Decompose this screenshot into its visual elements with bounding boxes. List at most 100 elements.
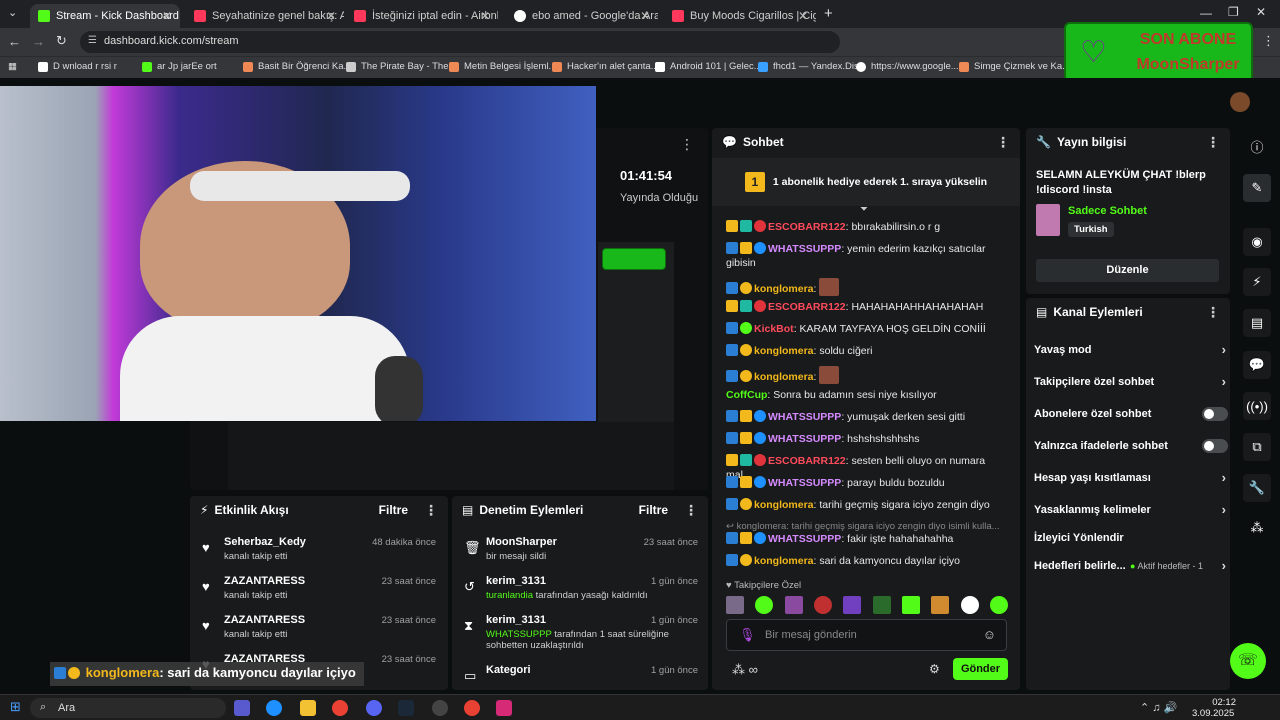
- emote-icon[interactable]: [755, 596, 774, 614]
- emotes-only-toggle[interactable]: [1202, 439, 1228, 453]
- maximize-icon[interactable]: ❐: [1228, 5, 1239, 19]
- apps-icon[interactable]: ▦: [8, 61, 17, 72]
- emote-icon[interactable]: [726, 596, 744, 614]
- preview-menu-icon[interactable]: ⋮: [680, 136, 694, 153]
- tab-search-icon[interactable]: ⌄: [8, 6, 17, 19]
- tab-airbnb-1[interactable]: Seyahatinize genel bakış: Airbnb ✕: [186, 4, 344, 28]
- chrome-active-icon[interactable]: [464, 700, 480, 716]
- wrench-icon[interactable]: 🔧: [1243, 474, 1271, 502]
- bookmark-item[interactable]: Hacker'ın alet çanta...: [552, 61, 659, 72]
- action-host-viewer[interactable]: İzleyici Yönlendir: [1034, 532, 1222, 544]
- chat-caption-overlay: konglomera: sari da kamyoncu dayılar içi…: [50, 662, 364, 686]
- bookmark-item[interactable]: fhcd1 — Yandex.Disk: [758, 61, 863, 72]
- pencil-icon[interactable]: ✎: [1243, 174, 1271, 202]
- tab-cigarwo[interactable]: Buy Moods Cigarillos | Cigarwo ✕: [664, 4, 816, 28]
- emote-icon[interactable]: [784, 596, 803, 614]
- close-icon[interactable]: ✕: [162, 9, 172, 23]
- windows-start-icon[interactable]: ⊞: [10, 699, 21, 715]
- tab-google[interactable]: ebo amed - Google'da Ara ✕: [506, 4, 658, 28]
- chat-tools-icon[interactable]: ⁂ ∞: [732, 662, 758, 678]
- clock-date[interactable]: 3.09.2025: [1192, 708, 1234, 719]
- close-icon[interactable]: ✕: [480, 9, 490, 23]
- layout-icon[interactable]: ⧉: [1243, 433, 1271, 461]
- channel-actions-header: ▤ Kanal Eylemleri ⋮: [1036, 303, 1220, 321]
- emote-icon[interactable]: [960, 596, 979, 614]
- bookmark-item[interactable]: Metin Belgesi İşleml...: [449, 61, 556, 72]
- copilot-icon[interactable]: [234, 700, 250, 716]
- edit-button[interactable]: Düzenle: [1036, 259, 1219, 282]
- minimize-icon[interactable]: —: [1200, 6, 1212, 20]
- site-info-icon[interactable]: ☰: [88, 35, 97, 46]
- stream-info-menu-icon[interactable]: ⋮: [1206, 134, 1220, 151]
- settings-icon[interactable]: ⚙: [929, 662, 940, 676]
- moderation-menu-icon[interactable]: ⋮: [684, 502, 698, 519]
- channel-actions-menu-icon[interactable]: ⋮: [1206, 304, 1220, 321]
- emote-icon[interactable]: [931, 596, 950, 614]
- activity-filter-button[interactable]: Filtre: [379, 503, 408, 517]
- new-tab-button[interactable]: +: [824, 5, 833, 22]
- clock-time[interactable]: 02:12: [1212, 697, 1236, 708]
- chat-menu-icon[interactable]: ⋮: [996, 134, 1010, 151]
- broadcast-icon[interactable]: ((•)): [1243, 392, 1271, 420]
- action-set-goals[interactable]: Hedefleri belirle... ● Aktif hedefler - …: [1034, 558, 1226, 573]
- subscribers-only-toggle[interactable]: [1202, 407, 1228, 421]
- emote-icon[interactable]: [872, 596, 891, 614]
- forward-icon[interactable]: →: [32, 34, 45, 49]
- instagram-icon[interactable]: [496, 700, 512, 716]
- reload-icon[interactable]: ↻: [56, 33, 67, 49]
- bookmark-item[interactable]: D wnload r rsi r: [38, 61, 117, 72]
- action-emotes-only[interactable]: Yalnızca ifadelerle sohbet: [1034, 439, 1228, 453]
- emote-icon[interactable]: [813, 596, 832, 614]
- bookmark-item[interactable]: ar Jp jarEe ort: [142, 61, 217, 72]
- info-icon[interactable]: ⓘ: [1243, 132, 1271, 160]
- support-icon[interactable]: ☏: [1230, 643, 1266, 679]
- bookmark-item[interactable]: The Pirate Bay - The...: [346, 61, 456, 72]
- category-name[interactable]: Sadece Sohbet: [1068, 205, 1147, 217]
- bookmark-item[interactable]: Basit Bir Öğrenci Ka...: [243, 61, 351, 72]
- file-explorer-icon[interactable]: [300, 700, 316, 716]
- send-button[interactable]: Gönder: [953, 658, 1008, 680]
- streamer-shirt: [120, 316, 410, 421]
- heart-icon: ♡: [1080, 36, 1107, 69]
- notes-icon[interactable]: ▤: [1243, 309, 1271, 337]
- chrome-icon[interactable]: [332, 700, 348, 716]
- action-account-age[interactable]: Hesap yaşı kısıtlaması ›: [1034, 470, 1226, 485]
- tab-airbnb-2[interactable]: İsteğinizi iptal edin - Airbnb ✕: [346, 4, 498, 28]
- address-bar[interactable]: ☰ dashboard.kick.com/stream: [80, 31, 840, 53]
- steam-icon[interactable]: [398, 700, 414, 716]
- system-tray-icon[interactable]: ⌃ ♫ 🔊: [1140, 701, 1177, 714]
- activity-menu-icon[interactable]: ⋮: [424, 502, 438, 519]
- lightning-icon[interactable]: ⚡: [1243, 268, 1271, 296]
- obs-icon[interactable]: [432, 700, 448, 716]
- emote-icon[interactable]: [901, 596, 920, 614]
- emote-icon[interactable]: [989, 596, 1008, 614]
- discord-icon[interactable]: [366, 700, 382, 716]
- chat-bubble-icon[interactable]: 💬: [1243, 351, 1271, 379]
- action-banned-words[interactable]: Yasaklanmış kelimeler ›: [1034, 502, 1226, 517]
- tab-kick-dashboard[interactable]: Stream - Kick Dashboard ✕: [30, 4, 180, 28]
- bookmark-item[interactable]: Android 101 | Gelec...: [655, 61, 762, 72]
- emote-icon[interactable]: [843, 596, 862, 614]
- chat-input[interactable]: 🎙 Bir mesaj gönderin ☺: [726, 619, 1007, 651]
- bookmark-item[interactable]: Simge Çizmek ve Ka...: [959, 61, 1070, 72]
- bookmark-item[interactable]: https://www.google...: [856, 61, 959, 72]
- pinned-toggle-icon[interactable]: ⏷: [860, 204, 868, 215]
- action-subscribers-only[interactable]: Abonelere özel sohbet: [1034, 407, 1228, 421]
- taskbar-search[interactable]: ⌕ Ara: [30, 698, 226, 718]
- emoji-icon[interactable]: ☺: [983, 627, 996, 642]
- action-followers-only[interactable]: Takipçilere özel sohbet ›: [1034, 374, 1226, 389]
- close-icon[interactable]: ✕: [640, 9, 650, 23]
- camera-icon[interactable]: ◉: [1243, 228, 1271, 256]
- close-icon[interactable]: ✕: [326, 9, 336, 23]
- moderation-filter-button[interactable]: Filtre: [639, 503, 668, 517]
- close-icon[interactable]: ✕: [798, 9, 808, 23]
- back-icon[interactable]: ←: [8, 34, 21, 49]
- window-close-icon[interactable]: ✕: [1256, 5, 1266, 19]
- menu-icon[interactable]: ⋮: [1262, 33, 1275, 49]
- apps-icon[interactable]: ⁂: [1243, 514, 1271, 542]
- gift-sub-banner[interactable]: 1 1 abonelik hediye ederek 1. sıraya yük…: [712, 158, 1020, 206]
- microphone-icon[interactable]: 🎙: [739, 627, 756, 643]
- avatar[interactable]: [1230, 92, 1250, 112]
- edge-icon[interactable]: [266, 700, 282, 716]
- action-slow-mode[interactable]: Yavaş mod ›: [1034, 342, 1226, 357]
